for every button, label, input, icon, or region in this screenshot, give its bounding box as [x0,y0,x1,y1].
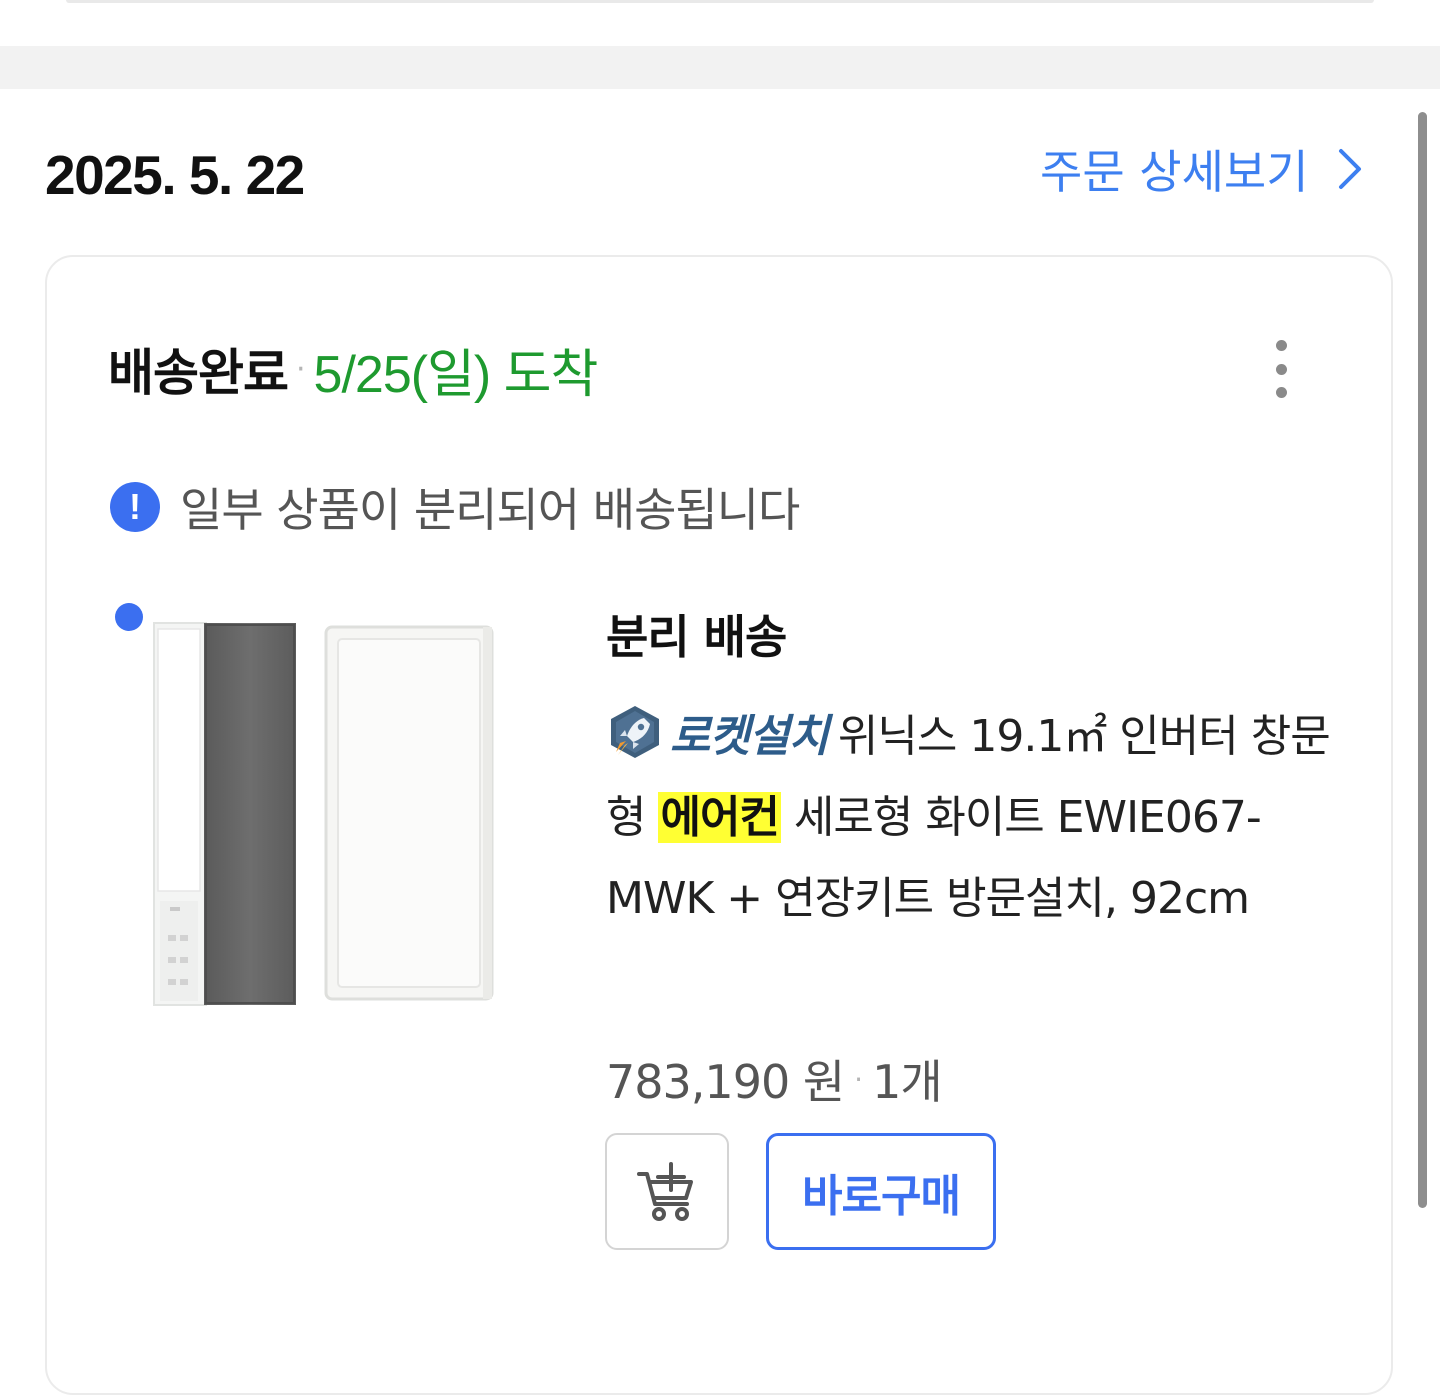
delivery-status-row: 배송완료 · 5/25(일) 도착 [108,334,599,404]
kebab-dot [1276,364,1287,375]
kebab-dot [1276,387,1287,398]
notice-text: 일부 상품이 분리되어 배송됩니다 [180,483,800,537]
split-delivery-notice: ! 일부 상품이 분리되어 배송됩니다 [110,476,800,538]
order-detail-link[interactable]: 주문 상세보기 [1040,134,1365,204]
product-quantity: 1개 [872,1055,943,1109]
cart-add-icon [637,1161,693,1221]
item-bullet-dot [115,603,143,631]
info-exclamation-icon: ! [110,482,160,532]
product-name[interactable]: 로켓설치 위닉스 19.1㎡ 인버터 창문형 에어컨 세로형 화이트 EWIE06… [606,696,1346,939]
scrollbar[interactable] [1418,112,1427,1208]
order-detail-label: 주문 상세보기 [1040,145,1309,199]
section-separator [0,46,1440,89]
rocket-badge-icon [611,706,659,758]
product-name-highlight: 에어컨 [658,792,781,843]
split-delivery-title: 분리 배송 [606,610,787,664]
top-divider [66,0,1374,3]
order-date: 2025. 5. 22 [45,144,305,206]
top-strip [0,0,1440,46]
kebab-dot [1276,340,1287,351]
add-to-cart-button[interactable] [605,1133,729,1250]
product-price: 783,190 원 [606,1055,845,1109]
product-image[interactable] [150,615,500,1010]
buy-now-button[interactable]: 바로구매 [766,1133,996,1250]
status-separator: · [296,351,306,387]
rocket-install-label: 로켓설치 [670,711,829,762]
price-quantity-row: 783,190 원 · 1개 [606,1046,943,1112]
price-separator: · [854,1062,863,1096]
kebab-menu-icon[interactable] [1264,334,1300,404]
chevron-right-icon [1338,149,1361,189]
arrival-date: 5/25(일) 도착 [313,345,599,404]
delivery-status-label: 배송완료 [108,344,289,402]
